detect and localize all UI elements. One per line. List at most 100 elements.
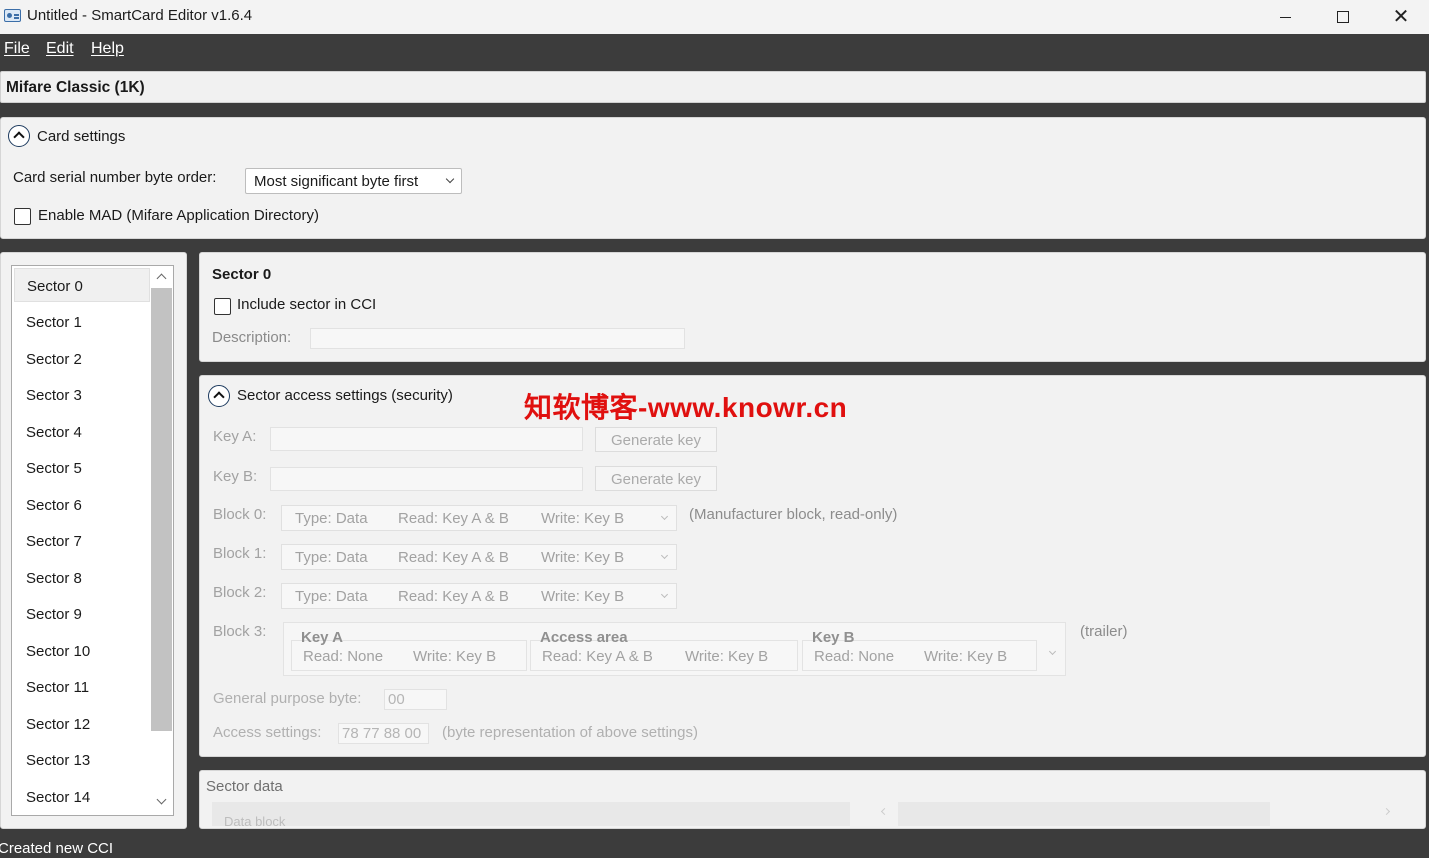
window-title: Untitled - SmartCard Editor v1.6.4: [27, 7, 253, 24]
enable-mad-label: Enable MAD (Mifare Application Directory…: [38, 207, 319, 224]
access-settings-panel: Sector access settings (security) Key A:…: [199, 375, 1426, 757]
list-item: Sector 14: [26, 789, 91, 806]
sector-item-2[interactable]: Sector 2: [14, 342, 150, 376]
card-type-label: Mifare Classic (1K): [6, 79, 145, 96]
block-3-note: (trailer): [1080, 623, 1128, 640]
byte-order-select[interactable]: Most significant byte first: [245, 168, 462, 194]
trailer-key-a-read: Read: None: [303, 648, 384, 665]
trailer-access-area-write: Write: Key B: [685, 648, 769, 665]
chevron-right-icon[interactable]: [1382, 807, 1391, 816]
data-column: [898, 802, 1270, 826]
generate-key-a-button[interactable]: Generate key: [595, 427, 717, 452]
list-item: Sector 1: [26, 314, 82, 331]
sector-item-7[interactable]: Sector 7: [14, 524, 150, 558]
generate-key-b-button[interactable]: Generate key: [595, 466, 717, 491]
access-bytes-note: (byte representation of above settings): [442, 724, 698, 741]
maximize-icon: [1337, 11, 1349, 23]
sector-detail-panel: Sector 0 Include sector in CCI Descripti…: [199, 252, 1426, 362]
block-0-select[interactable]: Type: Data Read: Key A & B Write: Key B: [281, 505, 677, 531]
gp-byte-input[interactable]: 00: [384, 689, 447, 710]
scroll-down-icon[interactable]: [156, 794, 167, 805]
sector-item-5[interactable]: Sector 5: [14, 451, 150, 485]
sector-list-scrollbar[interactable]: [151, 266, 173, 815]
sector-item-14[interactable]: Sector 14: [14, 780, 150, 814]
menu-file[interactable]: File: [4, 40, 30, 58]
minimize-icon: [1279, 16, 1291, 18]
trailer-access-area-read: Read: Key A & B: [542, 648, 653, 665]
trailer-key-a-write: Write: Key B: [413, 648, 497, 665]
maximize-button[interactable]: [1314, 0, 1372, 34]
list-item: Sector 8: [26, 570, 82, 587]
sector-item-0[interactable]: Sector 0: [14, 268, 150, 302]
list-item: Sector 3: [26, 387, 82, 404]
sector-item-6[interactable]: Sector 6: [14, 488, 150, 522]
access-bytes-input[interactable]: 78 77 88 00: [338, 723, 429, 744]
sector-data-panel: Sector data Data block: [199, 770, 1426, 829]
sector-data-header: Sector data: [206, 778, 283, 795]
data-block-label: Data block: [224, 814, 286, 829]
collapse-card-settings-icon[interactable]: [8, 125, 30, 147]
access-bytes-label: Access settings:: [213, 724, 322, 741]
block-2-select[interactable]: Type: Data Read: Key A & B Write: Key B: [281, 583, 677, 609]
card-type-header: Mifare Classic (1K): [0, 71, 1426, 103]
trailer-key-b-write: Write: Key B: [924, 648, 1008, 665]
description-label: Description:: [212, 329, 292, 346]
block-1-read: Read: Key A & B: [398, 549, 509, 566]
sector-list: Sector 0 Sector 1 Sector 2 Sector 3 Sect…: [11, 265, 174, 816]
scroll-thumb[interactable]: [151, 288, 172, 731]
sector-item-4[interactable]: Sector 4: [14, 415, 150, 449]
block-1-type: Type: Data: [295, 549, 368, 566]
chevron-down-icon: [660, 590, 669, 599]
gp-byte-label: General purpose byte:: [213, 690, 362, 707]
chevron-left-icon[interactable]: [880, 807, 889, 816]
card-settings-panel: Card settings Card serial number byte or…: [0, 117, 1426, 239]
card-settings-header: Card settings: [37, 128, 126, 145]
menu-edit[interactable]: Edit: [46, 40, 74, 58]
list-item: Sector 7: [26, 533, 82, 550]
trailer-access-area-title: Access area: [540, 629, 628, 646]
sector-item-1[interactable]: Sector 1: [14, 305, 150, 339]
sector-item-11[interactable]: Sector 11: [14, 670, 150, 704]
block-1-select[interactable]: Type: Data Read: Key A & B Write: Key B: [281, 544, 677, 570]
block-2-read: Read: Key A & B: [398, 588, 509, 605]
menu-help[interactable]: Help: [91, 40, 124, 58]
block-0-label: Block 0:: [213, 506, 267, 523]
list-item: Sector 0: [27, 278, 83, 295]
close-button[interactable]: ✕: [1372, 0, 1429, 34]
key-b-input[interactable]: [270, 467, 583, 491]
block-1-write: Write: Key B: [541, 549, 625, 566]
sector-item-12[interactable]: Sector 12: [14, 707, 150, 741]
watermark-text: 知软博客-www.knowr.cn: [524, 392, 848, 423]
minimize-button[interactable]: [1256, 0, 1314, 34]
key-a-label: Key A:: [213, 428, 257, 445]
chevron-down-icon: [1048, 647, 1057, 656]
sector-item-10[interactable]: Sector 10: [14, 634, 150, 668]
sector-item-3[interactable]: Sector 3: [14, 378, 150, 412]
list-item: Sector 12: [26, 716, 91, 733]
block-0-write: Write: Key B: [541, 510, 625, 527]
status-text: Created new CCI: [0, 840, 114, 857]
include-sector-checkbox[interactable]: [214, 298, 231, 315]
sector-item-13[interactable]: Sector 13: [14, 743, 150, 777]
app-icon: [4, 9, 21, 22]
key-a-input[interactable]: [270, 427, 583, 451]
enable-mad-checkbox[interactable]: [14, 208, 31, 225]
byte-order-value: Most significant byte first: [254, 173, 419, 190]
list-item: Sector 5: [26, 460, 82, 477]
list-item: Sector 13: [26, 752, 91, 769]
block-3-trailer-select[interactable]: Key A Read: None Write: Key B Access are…: [283, 622, 1066, 676]
scroll-up-icon[interactable]: [156, 273, 167, 284]
description-input[interactable]: [310, 328, 685, 349]
list-item: Sector 11: [26, 679, 90, 696]
sector-item-8[interactable]: Sector 8: [14, 561, 150, 595]
block-3-label: Block 3:: [213, 623, 267, 640]
block-2-label: Block 2:: [213, 584, 267, 601]
data-block-column-header: Data block: [212, 802, 850, 829]
sector-title: Sector 0: [212, 266, 272, 283]
trailer-key-a-title: Key A: [301, 629, 343, 646]
key-b-label: Key B:: [213, 468, 258, 485]
menu-bar: File Edit Help: [0, 34, 1429, 64]
collapse-access-settings-icon[interactable]: [208, 385, 230, 407]
title-bar: Untitled - SmartCard Editor v1.6.4 ✕: [0, 0, 1429, 34]
sector-item-9[interactable]: Sector 9: [14, 597, 150, 631]
